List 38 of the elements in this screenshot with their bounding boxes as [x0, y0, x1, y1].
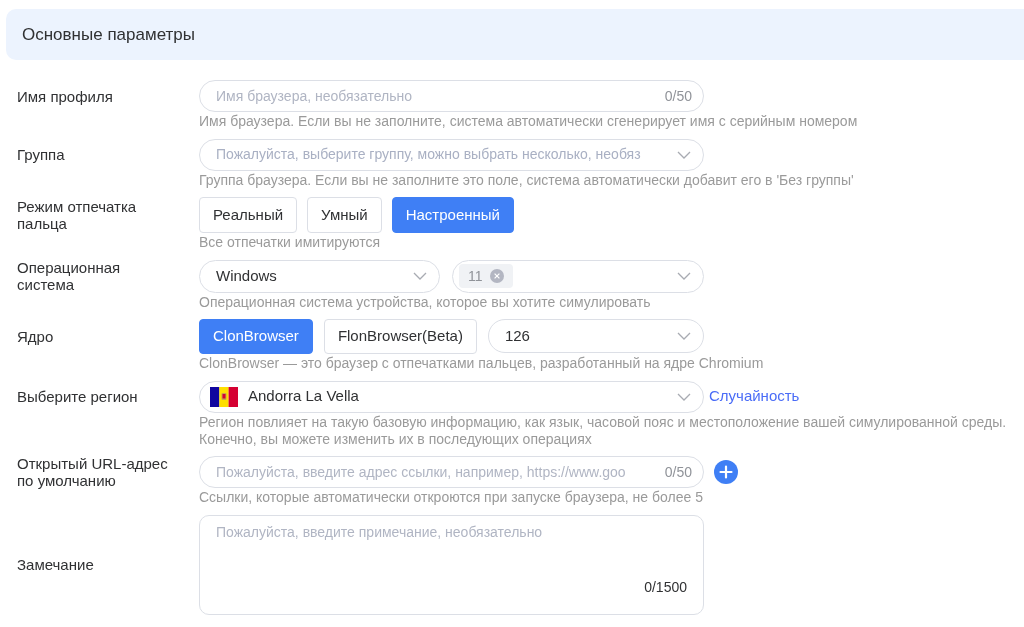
plus-circle-icon[interactable] [714, 460, 738, 484]
option-button[interactable]: Умный [307, 197, 382, 233]
chevron-down-icon [677, 392, 691, 401]
field-label: Выберите регион [17, 388, 139, 405]
chevron-down-icon [677, 150, 691, 159]
region-select[interactable]: Andorra La Vella [199, 380, 704, 413]
version-select[interactable]: 126 [487, 319, 704, 353]
option-button[interactable]: FlonBrowser(Beta) [323, 319, 477, 354]
os-select[interactable]: Windows [199, 259, 440, 293]
chevron-down-icon [676, 332, 691, 340]
character-counter: 0/50 [664, 463, 692, 481]
hint-text: Регион повлияет на такую базовую информацию, как язык, часовой пояс и местоположение вашей симулированной среды. Конечно, вы можете изменить их в последующих операциях [199, 413, 1008, 448]
flag-icon [210, 386, 238, 407]
section-title: Основные параметры [22, 23, 195, 46]
option-button[interactable]: Настроенный [391, 197, 514, 233]
option-button[interactable]: ClonBrowser [199, 319, 313, 354]
option-button[interactable]: Реальный [199, 197, 298, 233]
version-tag: 11 [459, 264, 513, 288]
chevron-down-icon [677, 272, 691, 280]
hint-text: Операционная система устройства, которое вы хотите симулировать [199, 293, 652, 311]
hint-text: Группа браузера. Если вы не заполните это поле, система автоматически добавит его в 'Без группы' [199, 171, 854, 189]
field-label: Режим отпечатка пальца [17, 198, 138, 232]
hint-text: ClonBrowser — это браузер с отпечатками пальцев, разработанный на ядре Chromium [199, 355, 764, 372]
close-icon[interactable] [489, 269, 504, 283]
character-counter: 0/1500 [644, 577, 687, 596]
field-label: Имя профиля [17, 87, 114, 105]
field-label: Замечание [17, 556, 95, 573]
hint-text: Имя браузера. Если вы не заполните, система автоматически сгенерирует имя с серийным номером [199, 113, 858, 130]
field-label: Группа [17, 146, 66, 163]
region-value: Andorra La Vella [248, 386, 360, 407]
field-label: Ядро [17, 328, 55, 345]
chevron-down-icon [413, 272, 427, 280]
field-label: Операционная система [17, 259, 122, 293]
hint-text: Ссылки, которые автоматически откроются при запуске браузера, не более 5 [199, 489, 704, 506]
field-label: Открытый URL-адрес по умолчанию [17, 455, 169, 489]
character-counter: 0/50 [664, 87, 692, 105]
hint-text: Все отпечатки имитируются [199, 234, 381, 251]
random-link[interactable]: Случайность [709, 385, 800, 408]
